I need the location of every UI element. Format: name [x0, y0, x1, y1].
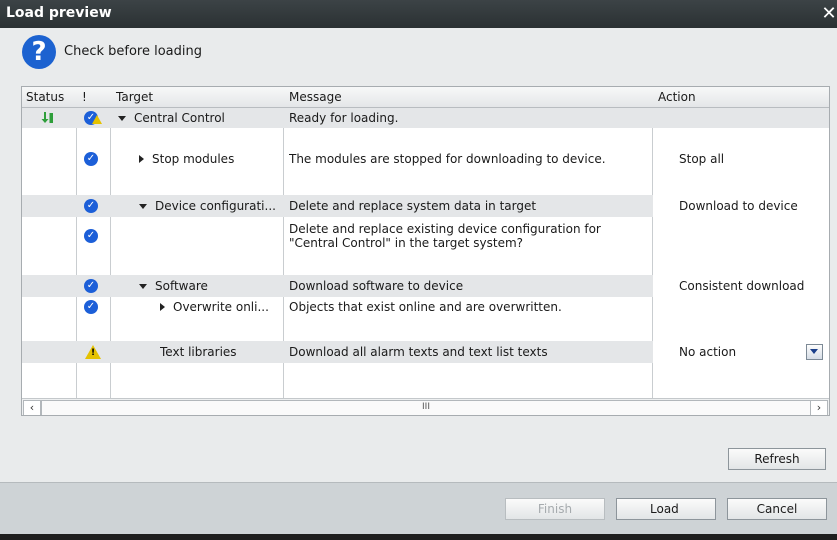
load-button[interactable]: Load: [616, 498, 716, 520]
message-cell: Objects that exist online and are overwr…: [289, 297, 649, 317]
message-cell: The modules are stopped for downloading …: [289, 147, 649, 171]
table-header: Status ! Target Message Action: [22, 87, 829, 108]
scroll-right-icon[interactable]: ›: [810, 400, 828, 415]
message-text: Objects that exist online and are overwr…: [289, 300, 562, 314]
status-cell: [40, 108, 70, 128]
message-cell: Delete and replace system data in target: [289, 195, 649, 217]
target-label: Device configurati...: [155, 199, 276, 213]
header-text: Check before loading: [64, 44, 202, 59]
column-header-message[interactable]: Message: [289, 90, 342, 104]
load-table: Status ! Target Message Action ✓ Central…: [21, 86, 830, 416]
message-text: "Central Control" in the target system?: [289, 236, 524, 250]
target-label: Stop modules: [152, 152, 235, 166]
check-icon: ✓: [84, 229, 98, 243]
target-cell[interactable]: Device configurati...: [139, 195, 283, 217]
state-cell: ✓: [84, 297, 110, 317]
action-dropdown[interactable]: Download to device: [653, 195, 829, 217]
footer-bar: Finish Load Cancel: [0, 482, 837, 535]
table-row[interactable]: ✓ Software Download software to device C…: [22, 275, 829, 297]
message-text: Delete and replace existing device confi…: [289, 222, 601, 236]
message-text: Download software to device: [289, 279, 464, 293]
target-cell[interactable]: Central Control: [118, 108, 283, 128]
table-row[interactable]: ✓ Overwrite onli... Objects that exist o…: [22, 297, 829, 317]
chevron-down-icon[interactable]: [806, 344, 823, 360]
message-cell: Delete and replace existing device confi…: [289, 218, 649, 254]
action-cell: [653, 218, 829, 254]
table-row[interactable]: ✓ Device configurati... Delete and repla…: [22, 195, 829, 217]
scroll-left-icon[interactable]: ‹: [23, 400, 41, 415]
question-icon: ?: [22, 35, 56, 69]
action-dropdown[interactable]: Consistent download: [653, 275, 829, 297]
close-icon[interactable]: ✕: [821, 2, 837, 26]
scrollbar-thumb[interactable]: III: [41, 400, 811, 415]
expand-arrow-icon[interactable]: [139, 155, 144, 163]
check-icon: ✓: [84, 300, 98, 314]
message-text: Delete and replace system data in target: [289, 199, 537, 213]
action-dropdown[interactable]: Stop all: [653, 147, 829, 171]
table-row[interactable]: ✓ Delete and replace existing device con…: [22, 218, 829, 254]
target-label: Overwrite onli...: [173, 300, 269, 314]
message-cell: Ready for loading.: [289, 108, 649, 128]
check-warning-icon: ✓: [84, 111, 102, 125]
target-cell[interactable]: Software: [139, 275, 283, 297]
action-dropdown[interactable]: No action: [653, 341, 829, 363]
table-row[interactable]: ✓ Central Control Ready for loading.: [22, 108, 829, 128]
state-cell: ✓: [84, 108, 110, 128]
warning-icon: !: [85, 345, 101, 359]
bottom-strip: [0, 534, 837, 540]
table-row[interactable]: ✓ Stop modules The modules are stopped f…: [22, 147, 829, 171]
action-value: Consistent download: [679, 279, 805, 293]
title-bar: Load preview ✕: [0, 0, 837, 28]
message-text: The modules are stopped for downloading …: [289, 152, 606, 166]
check-icon: ✓: [84, 279, 98, 293]
finish-button[interactable]: Finish: [505, 498, 605, 520]
state-cell: ✓: [84, 275, 110, 297]
collapse-arrow-icon[interactable]: [139, 283, 147, 289]
header-panel: ? Check before loading: [0, 28, 837, 80]
target-label: Central Control: [134, 111, 225, 125]
collapse-arrow-icon[interactable]: [139, 203, 147, 209]
check-icon: ✓: [84, 152, 98, 166]
column-header-status[interactable]: Status: [26, 90, 64, 104]
horizontal-scrollbar[interactable]: ‹ III ›: [22, 398, 829, 415]
action-value: Stop all: [679, 152, 725, 166]
load-preview-dialog: Load preview ✕ ? Check before loading St…: [0, 0, 837, 540]
target-label: Software: [155, 279, 208, 293]
target-label: Text libraries: [160, 345, 237, 359]
message-cell: Download all alarm texts and text list t…: [289, 341, 649, 363]
message-cell: Download software to device: [289, 275, 649, 297]
action-value: Download to device: [679, 199, 798, 213]
column-header-target[interactable]: Target: [116, 90, 153, 104]
message-text: Download all alarm texts and text list t…: [289, 345, 548, 359]
target-cell[interactable]: Stop modules: [139, 147, 283, 171]
target-cell[interactable]: Text libraries: [160, 341, 283, 363]
expand-arrow-icon[interactable]: [160, 303, 165, 311]
action-value: No action: [679, 345, 737, 359]
cancel-button[interactable]: Cancel: [727, 498, 827, 520]
collapse-arrow-icon[interactable]: [118, 115, 126, 121]
check-icon: ✓: [84, 199, 98, 213]
refresh-button[interactable]: Refresh: [728, 448, 826, 470]
state-cell: ✓: [84, 147, 110, 171]
column-header-exclaim[interactable]: !: [82, 90, 87, 104]
state-cell: ✓: [84, 218, 110, 254]
state-cell: ✓: [84, 195, 110, 217]
download-arrow-icon: [41, 112, 53, 123]
table-row[interactable]: ! Text libraries Download all alarm text…: [22, 341, 829, 363]
state-cell: !: [85, 341, 111, 363]
column-header-action[interactable]: Action: [658, 90, 696, 104]
target-cell[interactable]: Overwrite onli...: [160, 297, 283, 317]
dialog-title: Load preview: [6, 5, 112, 21]
message-text: Ready for loading.: [289, 111, 399, 125]
